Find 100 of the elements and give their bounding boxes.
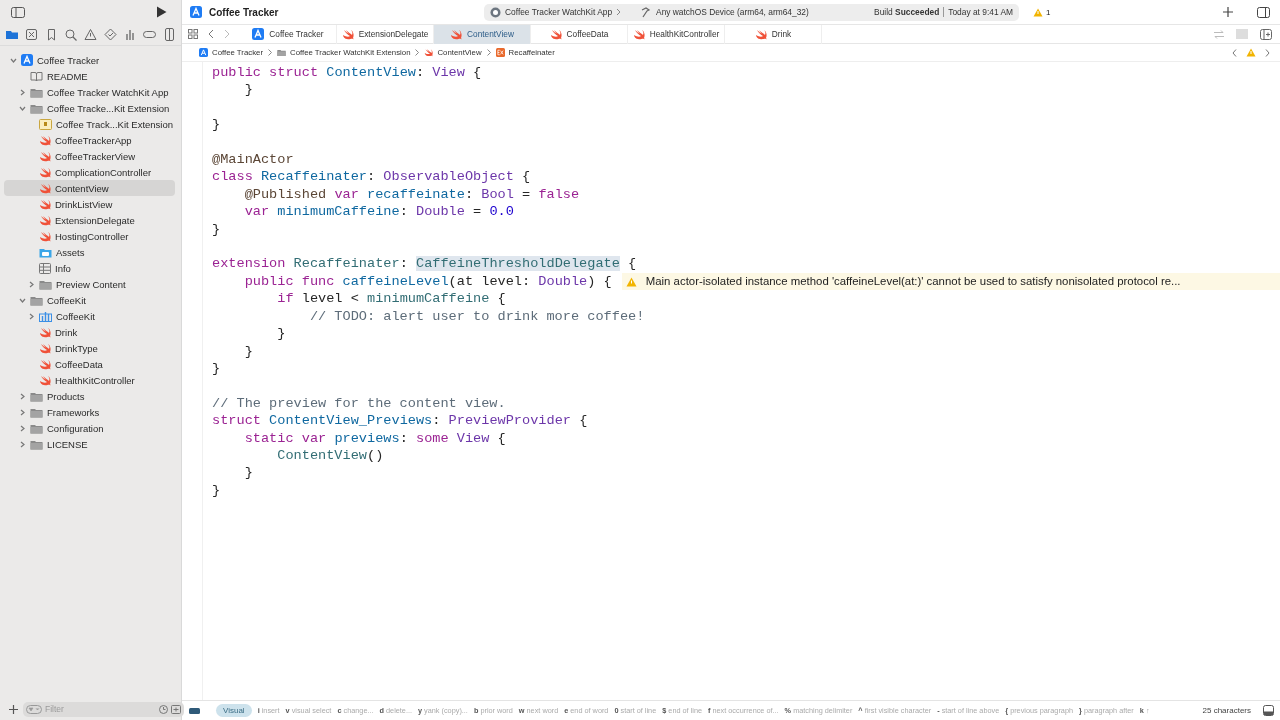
code-line: // TODO: alert user to drink more coffee! (308, 307, 645, 326)
sidebar-toggle-icon (11, 6, 25, 18)
navigator-item[interactable]: CoffeeData (4, 356, 175, 372)
filter-field[interactable]: Filter (23, 701, 184, 717)
project-icon (252, 28, 265, 40)
run-icon (156, 6, 167, 18)
code-line: if level < minimumCaffeine { (276, 290, 506, 308)
editor-tab[interactable]: HealthKitController (628, 24, 725, 44)
swift-icon (39, 182, 51, 194)
editor-tab[interactable]: Drink (725, 24, 822, 44)
code-line: var minimumCaffeine: Double = 0.0 (243, 203, 514, 221)
code-line: ContentView() (276, 446, 384, 465)
navigator-item[interactable]: Configuration (4, 420, 175, 436)
code-line: } (243, 81, 253, 99)
warning-icon (84, 28, 97, 41)
filter-input[interactable]: Filter (45, 704, 156, 714)
navigator-item[interactable]: Preview Content (4, 276, 175, 292)
navigator-item[interactable]: ContentView (4, 180, 175, 196)
scheme-bar[interactable]: Coffee Tracker WatchKit App Any watchOS Device (arm64, arm64_32) Build Succeeded Today at 9:41 AM (484, 3, 1019, 21)
close-box-icon (24, 28, 38, 41)
destination-name[interactable]: Any watchOS Device (arm64, arm64_32) (656, 7, 871, 17)
navigator-item[interactable]: HostingController (4, 228, 175, 244)
chevron-down-icon (19, 296, 26, 304)
navigator-item[interactable]: Products (4, 388, 175, 404)
editor-tab[interactable]: ContentView (434, 24, 531, 44)
swift-icon (39, 342, 51, 354)
folder-icon (30, 406, 43, 418)
chevron-down-icon (19, 104, 26, 112)
navigator-item[interactable]: LICENSE (4, 436, 175, 452)
chevron-right-icon (415, 49, 420, 56)
warning-icon (1033, 7, 1043, 17)
certificate-icon (39, 118, 52, 130)
swift-icon (39, 326, 51, 338)
code-line: struct ContentView_Previews: PreviewProvider { (212, 412, 588, 430)
inspector-toggle-icon (1257, 6, 1270, 18)
code-line: } (212, 481, 221, 500)
navigator-item[interactable]: README (4, 68, 175, 84)
chevron-right-icon (28, 312, 35, 320)
navigator-item[interactable]: Assets (4, 244, 175, 260)
swift-icon (754, 28, 767, 40)
navigator-item[interactable]: CoffeeTrackerView (4, 148, 175, 164)
navigator-item[interactable]: Frameworks (4, 404, 175, 420)
navigator-item[interactable]: Coffee Track...Kit Extension (4, 116, 175, 132)
navigator-item[interactable]: ComplicationController (4, 164, 175, 180)
navigator-item[interactable]: DrinkListView (4, 196, 175, 212)
capsule-icon (143, 28, 157, 41)
grid-icon (188, 29, 198, 39)
navigator-item[interactable]: Drink (4, 324, 175, 340)
swift-icon (549, 28, 562, 40)
package-icon (39, 310, 52, 322)
warning-banner[interactable]: Main actor-isolated instance method 'caffeineLevel(at:)' cannot be used to satisfy nonisolated protocol re... (621, 273, 1280, 291)
navigator-item[interactable]: Coffee Tracker WatchKit App (4, 84, 175, 100)
bars-icon (123, 28, 137, 41)
forward-icon (1265, 48, 1270, 57)
navigator-item[interactable]: ExtensionDelegate (4, 212, 175, 228)
watch-app-icon (490, 6, 501, 18)
back-icon (208, 29, 214, 39)
code-line: public struct ContentView: View { (212, 64, 482, 82)
navigator-item[interactable]: CoffeeKit (4, 308, 175, 324)
warning-count[interactable]: 1 (1033, 7, 1051, 17)
chevron-right-icon (19, 88, 26, 96)
scheme-name[interactable]: Coffee Tracker WatchKit App (505, 7, 613, 17)
forward-icon (224, 29, 230, 39)
navigator-item[interactable]: CoffeeTrackerApp (4, 132, 175, 148)
code-line: public func caffeineLevel(at level: Double) { (243, 272, 612, 291)
folder-icon (30, 102, 43, 114)
warning-icon (1246, 48, 1256, 57)
navigator-item[interactable]: Info (4, 260, 175, 276)
swap-icon (1214, 29, 1224, 39)
navigator-item[interactable]: DrinkType (4, 340, 175, 356)
editor-tab[interactable]: CoffeeData (531, 24, 628, 44)
folder-icon (30, 86, 43, 98)
table-icon (39, 262, 51, 274)
swift-icon (39, 374, 51, 386)
swift-icon (341, 28, 354, 40)
folder-icon (5, 28, 18, 41)
code-line: class Recaffeinater: ObservableObject { (212, 168, 531, 186)
folder-icon (39, 278, 52, 290)
folder-icon (30, 438, 43, 450)
editor-tab[interactable]: Coffee Tracker (240, 24, 337, 44)
chevron-right-icon (268, 49, 272, 56)
project-icon (190, 6, 202, 18)
code-line: } (276, 325, 286, 343)
back-icon (1232, 48, 1237, 57)
navigator-item[interactable]: Coffee Tracker (4, 52, 175, 68)
code-line: } (243, 464, 253, 482)
folder-icon (277, 48, 286, 57)
swift-icon (39, 230, 51, 242)
add-icon (9, 704, 18, 714)
add-icon (1223, 7, 1233, 17)
folder-icon (30, 294, 43, 306)
navigator-item[interactable]: HealthKitController (4, 372, 175, 388)
filter-menu-icon (26, 704, 42, 714)
swift-icon (39, 166, 51, 178)
navigator-item[interactable]: Coffee Tracke...Kit Extension (4, 100, 175, 116)
navigator-item[interactable]: CoffeeKit (4, 292, 175, 308)
code-line: // The preview for the content view. (212, 394, 506, 413)
build-status: Build Succeeded (874, 7, 940, 17)
extension-icon (495, 48, 505, 57)
swift-icon (450, 28, 463, 40)
